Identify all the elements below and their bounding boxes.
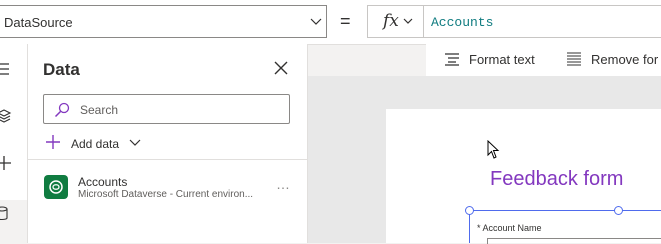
database-icon bbox=[0, 206, 8, 221]
add-data-label: Add data bbox=[71, 137, 120, 151]
field-label: * Account Name bbox=[477, 223, 542, 233]
data-panel: Data Search Add data Accounts Microsoft … bbox=[28, 44, 308, 243]
tree-view-button[interactable] bbox=[0, 105, 27, 127]
layers-icon bbox=[0, 109, 12, 123]
property-dropdown[interactable]: DataSource bbox=[0, 5, 327, 38]
resize-handle[interactable] bbox=[465, 206, 474, 215]
divider bbox=[28, 159, 307, 160]
panel-title: Data bbox=[43, 60, 80, 79]
format-text-label: Format text bbox=[469, 52, 535, 67]
hamburger-icon bbox=[0, 63, 9, 75]
data-button[interactable] bbox=[0, 202, 27, 224]
formula-text: Accounts bbox=[431, 15, 494, 30]
resize-handle[interactable] bbox=[614, 206, 623, 215]
more-options-icon[interactable]: … bbox=[276, 176, 291, 192]
search-placeholder: Search bbox=[80, 103, 119, 117]
form-title[interactable]: Feedback form bbox=[490, 168, 623, 191]
list-item[interactable]: Accounts Microsoft Dataverse - Current e… bbox=[28, 164, 307, 210]
equals-sign: = bbox=[340, 11, 351, 31]
dataverse-icon bbox=[44, 175, 68, 199]
remove-formatting-label: Remove for bbox=[591, 52, 659, 67]
chevron-down-icon bbox=[310, 18, 322, 25]
close-icon[interactable] bbox=[272, 59, 290, 77]
search-input[interactable]: Search bbox=[43, 94, 290, 124]
plus-icon bbox=[0, 156, 11, 170]
formula-toolbar: Format text Remove for bbox=[426, 44, 661, 77]
plus-icon bbox=[46, 135, 60, 149]
fx-button[interactable]: fx bbox=[367, 5, 424, 38]
data-source-name: Accounts bbox=[78, 175, 128, 189]
insert-button[interactable] bbox=[0, 152, 27, 174]
formula-bar: DataSource = fx Accounts bbox=[0, 0, 661, 45]
property-value: DataSource bbox=[4, 15, 73, 30]
formula-input[interactable]: Accounts bbox=[424, 5, 661, 38]
canvas-area bbox=[308, 76, 661, 243]
search-icon bbox=[54, 102, 70, 118]
mouse-cursor-icon bbox=[487, 140, 500, 159]
format-text-icon bbox=[445, 53, 459, 66]
selection-border bbox=[469, 210, 661, 211]
chevron-down-icon bbox=[403, 18, 413, 24]
data-source-subtitle: Microsoft Dataverse - Current environ... bbox=[78, 189, 254, 200]
remove-formatting-icon bbox=[567, 52, 581, 66]
hamburger-menu-button[interactable] bbox=[0, 58, 27, 80]
account-name-input[interactable] bbox=[487, 238, 661, 244]
chevron-down-icon bbox=[129, 139, 141, 146]
left-rail bbox=[0, 44, 28, 243]
fx-icon: fx bbox=[383, 11, 399, 31]
